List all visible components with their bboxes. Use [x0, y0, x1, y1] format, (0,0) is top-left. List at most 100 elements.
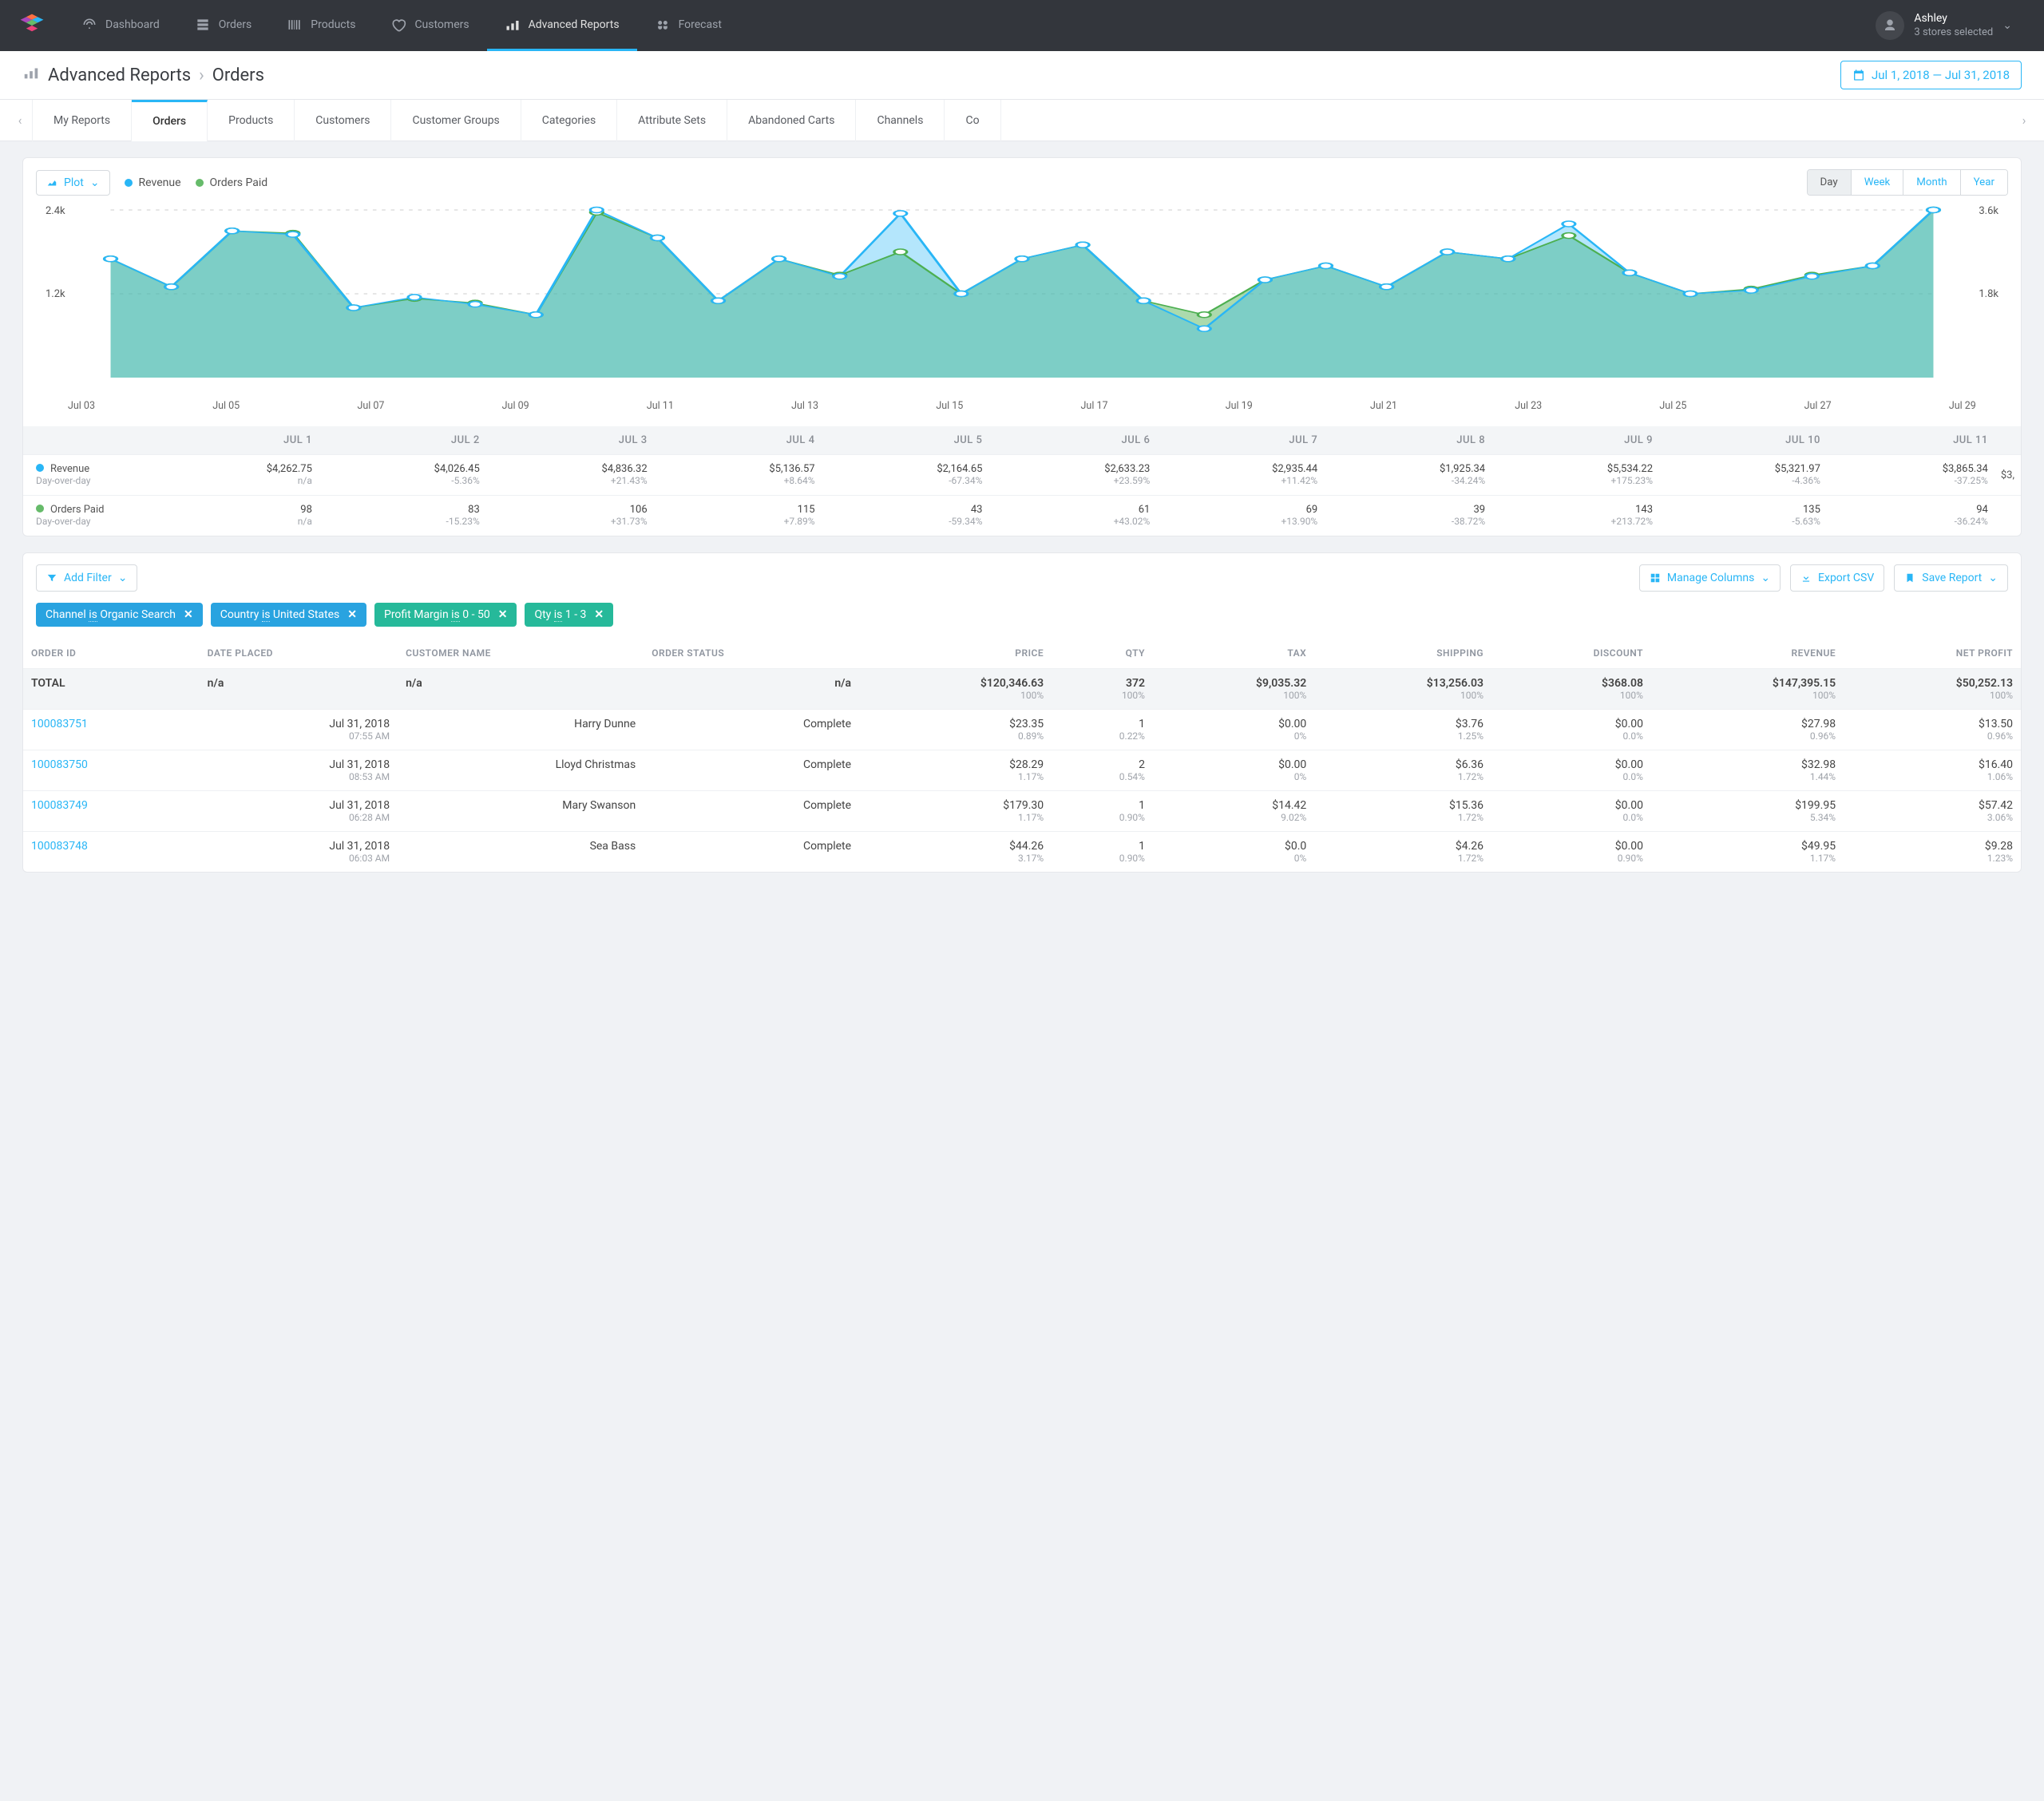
period-toggle: DayWeekMonthYear: [1807, 169, 2008, 196]
axis-label: 1.2k: [46, 288, 65, 300]
tab-attribute-sets[interactable]: Attribute Sets: [617, 100, 727, 141]
active-filters: Channel is Organic Search✕ Country is Uni…: [23, 603, 2021, 638]
col-header: JUL 2: [319, 426, 486, 455]
metric-cell: 94-36.24%: [1827, 496, 1994, 536]
close-icon[interactable]: ✕: [594, 608, 604, 621]
filter-chip[interactable]: Country is United States✕: [211, 603, 366, 627]
x-tick: Jul 11: [647, 400, 674, 412]
nav-advanced-reports[interactable]: Advanced Reports: [487, 0, 637, 51]
close-icon[interactable]: ✕: [347, 608, 357, 621]
period-year[interactable]: Year: [1960, 170, 2007, 195]
app-logo[interactable]: [16, 10, 48, 42]
breadcrumb-separator: ›: [199, 65, 204, 85]
order-link[interactable]: 100083749: [31, 799, 88, 812]
x-tick: Jul 29: [1949, 400, 1976, 412]
metric-cell: $4,026.45-5.36%: [319, 455, 486, 496]
nav-products[interactable]: Products: [269, 0, 373, 51]
metric-cell: $5,136.57+8.64%: [654, 455, 822, 496]
tab-my-reports[interactable]: My Reports: [32, 100, 132, 141]
save-report-button[interactable]: Save Report⌄: [1894, 564, 2008, 592]
total-row: TOTALn/an/an/a$120,346.63100%372100%$9,0…: [23, 669, 2021, 710]
col-header: JUL 7: [1156, 426, 1324, 455]
export-csv-button[interactable]: Export CSV: [1790, 564, 1884, 592]
download-icon: [1800, 572, 1812, 584]
table-row: 100083749Jul 31, 201806:28 AMMary Swanso…: [23, 791, 2021, 832]
close-icon[interactable]: ✕: [498, 608, 508, 621]
plot-button[interactable]: Plot ⌄: [36, 170, 110, 196]
filter-chip[interactable]: Qty is 1 - 3✕: [525, 603, 613, 627]
tab-categories[interactable]: Categories: [521, 100, 617, 141]
x-tick: Jul 19: [1226, 400, 1253, 412]
col-header[interactable]: PRICE: [859, 638, 1052, 669]
tab-orders[interactable]: Orders: [132, 100, 208, 141]
col-header[interactable]: SHIPPING: [1314, 638, 1491, 669]
col-header: JUL 4: [654, 426, 822, 455]
breadcrumb-section[interactable]: Advanced Reports: [48, 65, 191, 85]
col-header[interactable]: ORDER STATUS: [644, 638, 859, 669]
nav-dashboard[interactable]: Dashboard: [64, 0, 177, 51]
order-link[interactable]: 100083748: [31, 840, 88, 853]
breadcrumb-page: Orders: [212, 65, 264, 85]
col-header[interactable]: QTY: [1052, 638, 1153, 669]
metric-cell: $3,865.34-37.25%: [1827, 455, 1994, 496]
tabs-next[interactable]: ›: [2012, 113, 2036, 128]
filter-chip[interactable]: Profit Margin is 0 - 50✕: [374, 603, 517, 627]
order-link[interactable]: 100083751: [31, 718, 88, 730]
filter-icon: [46, 572, 57, 584]
date-range-button[interactable]: Jul 1, 2018 — Jul 31, 2018: [1840, 61, 2022, 89]
nav-forecast[interactable]: Forecast: [637, 0, 739, 51]
avatar: [1876, 11, 1904, 40]
x-tick: Jul 27: [1804, 400, 1832, 412]
tab-customers[interactable]: Customers: [295, 100, 391, 141]
chart-card: Plot ⌄ Revenue Orders Paid DayWeekMonthY…: [22, 157, 2022, 536]
nav-icon: [195, 17, 211, 33]
breadcrumb: Advanced Reports › Orders: [22, 64, 264, 86]
tab-products[interactable]: Products: [208, 100, 295, 141]
x-tick: Jul 25: [1659, 400, 1686, 412]
legend-revenue: Revenue: [125, 176, 181, 189]
col-header[interactable]: CUSTOMER NAME: [398, 638, 644, 669]
col-header[interactable]: ORDER ID: [23, 638, 200, 669]
filter-chip[interactable]: Channel is Organic Search✕: [36, 603, 203, 627]
col-header[interactable]: DISCOUNT: [1491, 638, 1651, 669]
col-header[interactable]: NET PROFIT: [1844, 638, 2021, 669]
metric-cell: 61+43.02%: [988, 496, 1156, 536]
col-header[interactable]: DATE PLACED: [200, 638, 398, 669]
tab-channels[interactable]: Channels: [856, 100, 945, 141]
nav-customers[interactable]: Customers: [373, 0, 486, 51]
x-tick: Jul 21: [1370, 400, 1397, 412]
axis-label: 3.6k: [1979, 205, 1998, 217]
close-icon[interactable]: ✕: [184, 608, 193, 621]
col-header[interactable]: TAX: [1153, 638, 1314, 669]
chevron-down-icon: ⌄: [2002, 19, 2012, 32]
metric-cell: 98n/a: [151, 496, 319, 536]
nav-icon: [81, 17, 97, 33]
chevron-down-icon: ⌄: [1761, 572, 1770, 584]
order-link[interactable]: 100083750: [31, 758, 88, 771]
x-tick: Jul 05: [212, 400, 240, 412]
nav-orders[interactable]: Orders: [177, 0, 270, 51]
tab-co[interactable]: Co: [945, 100, 1000, 141]
tabs-prev[interactable]: ‹: [8, 113, 32, 128]
nav-icon: [505, 17, 521, 33]
metric-cell: $2,164.65-67.34%: [822, 455, 989, 496]
metric-cell: 115+7.89%: [654, 496, 822, 536]
col-header[interactable]: REVENUE: [1651, 638, 1844, 669]
manage-columns-button[interactable]: Manage Columns⌄: [1639, 564, 1781, 592]
table-row: 100083750Jul 31, 201808:53 AMLloyd Chris…: [23, 750, 2021, 791]
report-tabs: ‹ My ReportsOrdersProductsCustomersCusto…: [0, 100, 2044, 141]
period-month[interactable]: Month: [1903, 170, 1959, 195]
metric-cell: $5,321.97-4.36%: [1659, 455, 1827, 496]
nav-icon: [390, 17, 406, 33]
x-tick: Jul 03: [68, 400, 95, 412]
topbar: DashboardOrdersProductsCustomersAdvanced…: [0, 0, 2044, 51]
period-day[interactable]: Day: [1808, 170, 1851, 195]
metric-cell: 83-15.23%: [319, 496, 486, 536]
metric-cell: $2,935.44+11.42%: [1156, 455, 1324, 496]
tab-abandoned-carts[interactable]: Abandoned Carts: [727, 100, 856, 141]
calendar-icon: [1852, 69, 1865, 81]
tab-customer-groups[interactable]: Customer Groups: [391, 100, 521, 141]
period-week[interactable]: Week: [1851, 170, 1903, 195]
add-filter-button[interactable]: Add Filter⌄: [36, 564, 137, 592]
user-menu[interactable]: Ashley 3 stores selected ⌄: [1876, 11, 2028, 40]
